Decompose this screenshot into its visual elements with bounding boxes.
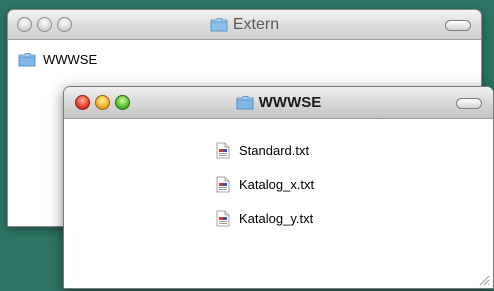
file-label: Katalog_y.txt [239, 210, 314, 226]
list-item[interactable]: Katalog_y.txt [216, 201, 314, 235]
close-button[interactable] [75, 95, 90, 110]
minimize-button[interactable] [37, 17, 52, 32]
list-item-wwwse-folder[interactable]: WWWSE [18, 52, 97, 67]
text-document-icon [216, 210, 230, 227]
toolbar-toggle-button[interactable] [445, 20, 471, 31]
wwwse-window[interactable]: WWWSE Standard.txt Katalog_x.txt Katalog… [63, 86, 494, 289]
zoom-button[interactable] [57, 17, 72, 32]
toolbar-toggle-button[interactable] [456, 98, 482, 109]
file-label: Standard.txt [239, 142, 310, 158]
window-title: Extern [8, 10, 481, 39]
folder-icon [18, 52, 36, 67]
window-controls [75, 95, 130, 110]
file-label: Katalog_x.txt [239, 176, 315, 192]
extern-titlebar[interactable]: Extern [8, 10, 481, 40]
folder-icon [236, 95, 254, 110]
window-title-text: WWWSE [258, 94, 322, 111]
resize-grip-icon[interactable] [478, 273, 490, 286]
folder-icon [210, 17, 228, 32]
list-item[interactable]: Katalog_x.txt [216, 167, 314, 201]
minimize-button[interactable] [95, 95, 110, 110]
folder-label: WWWSE [43, 52, 98, 67]
close-button[interactable] [17, 17, 32, 32]
zoom-button[interactable] [115, 95, 130, 110]
text-document-icon [216, 142, 230, 159]
list-item[interactable]: Standard.txt [216, 133, 314, 167]
window-controls [17, 17, 72, 32]
file-list: Standard.txt Katalog_x.txt Katalog_y.txt [216, 133, 314, 235]
text-document-icon [216, 176, 230, 193]
wwwse-titlebar[interactable]: WWWSE [64, 87, 493, 119]
window-title-text: Extern [232, 15, 280, 33]
